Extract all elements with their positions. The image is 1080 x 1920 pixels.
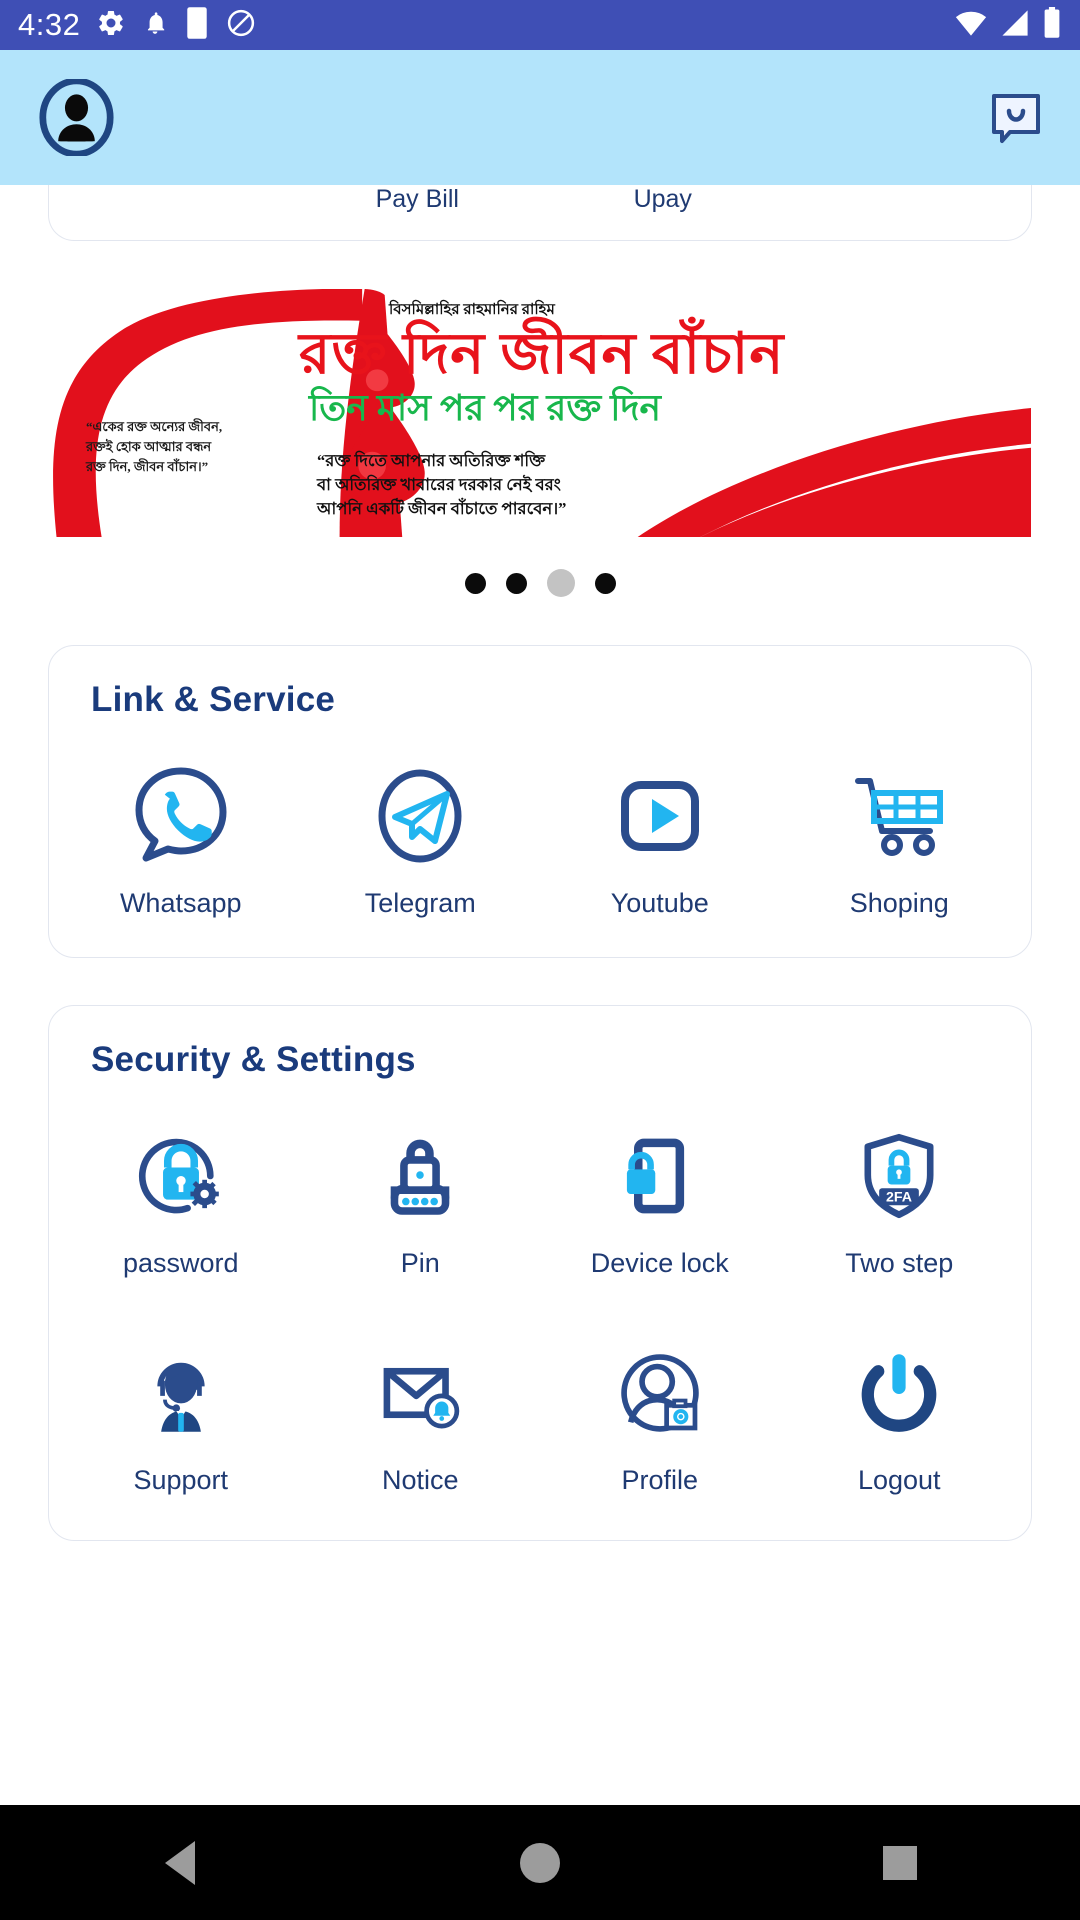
shopping-cart-icon <box>844 756 954 876</box>
link-service-card: Link & Service Whatsapp Telegram Youtube… <box>48 645 1032 958</box>
status-time: 4:32 <box>18 7 81 42</box>
security-item-label: password <box>122 1248 239 1278</box>
security-item-device-lock[interactable]: Device lock <box>540 1116 780 1277</box>
quick-action-0[interactable] <box>49 185 295 212</box>
do-not-disturb-icon <box>226 8 256 43</box>
security-item-two-step[interactable]: 2FA Two step <box>780 1116 1020 1277</box>
triangle-back-icon <box>165 1840 195 1885</box>
wifi-icon <box>954 9 988 42</box>
youtube-icon <box>605 756 715 876</box>
circle-home-icon <box>520 1842 560 1883</box>
banner-quote-right: “রক্ত দিতে আপনার অতিরিক্ত শক্তি বা অতিরি… <box>317 451 567 518</box>
status-bar-right <box>954 0 1062 50</box>
user-avatar[interactable] <box>38 77 115 158</box>
security-item-label: Device lock <box>590 1248 729 1278</box>
banner-quote-left: “একের রক্ত অন্যের জীবন, রক্তই হোক আত্মার… <box>86 419 223 475</box>
blood-donation-banner[interactable]: বিসমিল্লাহির রাহমানির রাহিম রক্ত দিন জীব… <box>48 288 1032 538</box>
link-item-label: Shoping <box>849 888 949 918</box>
support-headset-icon <box>129 1333 233 1453</box>
quick-action-label <box>49 185 295 187</box>
security-item-label: Pin <box>400 1248 440 1278</box>
carousel-dots[interactable] <box>48 568 1032 598</box>
two-factor-shield-icon: 2FA <box>847 1116 951 1236</box>
password-gear-lock-icon <box>129 1116 233 1236</box>
carousel-dot-2-active[interactable] <box>546 569 575 597</box>
recents-button[interactable] <box>840 1805 960 1920</box>
security-item-notice[interactable]: Notice <box>301 1333 541 1494</box>
link-item-label: Whatsapp <box>119 888 242 918</box>
security-settings-title: Security & Settings <box>91 1040 416 1079</box>
quick-action-pay-bill[interactable]: Pay Bill <box>295 185 541 212</box>
app-header <box>0 50 1080 185</box>
quick-actions-card-partial: Pay Bill Upay <box>48 185 1032 241</box>
android-nav-bar <box>0 1805 1080 1920</box>
carousel-dot-0[interactable] <box>464 572 486 594</box>
profile-camera-icon <box>608 1333 712 1453</box>
link-item-label: Youtube <box>610 888 709 918</box>
link-item-label: Telegram <box>364 888 476 918</box>
security-item-profile[interactable]: Profile <box>540 1333 780 1494</box>
signal-icon <box>999 9 1031 42</box>
security-grid-row-1: password Pin Device lock 2FA Two step <box>49 1080 1031 1311</box>
quick-action-label: Upay <box>633 185 692 213</box>
two-factor-badge-text: 2FA <box>886 1190 912 1206</box>
carousel-dot-1[interactable] <box>505 572 527 594</box>
telegram-icon <box>365 756 475 876</box>
status-bar-left: 4:32 <box>18 6 256 45</box>
security-item-label: Profile <box>621 1465 699 1495</box>
security-item-label: Logout <box>857 1465 941 1495</box>
power-off-icon <box>847 1333 951 1453</box>
quick-action-label: Pay Bill <box>375 185 459 213</box>
security-item-logout[interactable]: Logout <box>780 1333 1020 1494</box>
link-item-shoping[interactable]: Shoping <box>780 756 1020 917</box>
banner-subtitle: তিন মাস পর পর রক্ত দিন <box>309 388 661 428</box>
security-grid-row-2: Support Notice Profile Logout <box>49 1311 1031 1540</box>
quick-action-label <box>786 185 1032 187</box>
security-item-label: Two step <box>845 1248 954 1278</box>
security-item-label: Notice <box>381 1465 459 1495</box>
device-lock-icon <box>608 1116 712 1236</box>
quick-actions-row: Pay Bill Upay <box>49 185 1031 212</box>
link-item-whatsapp[interactable]: Whatsapp <box>61 756 301 917</box>
link-service-title: Link & Service <box>91 680 336 719</box>
security-item-label: Support <box>133 1465 229 1495</box>
battery-square-icon <box>184 6 210 45</box>
carousel-dot-3[interactable] <box>594 572 616 594</box>
status-bar: 4:32 <box>0 0 1080 50</box>
link-item-youtube[interactable]: Youtube <box>540 756 780 917</box>
bell-icon <box>142 8 168 43</box>
home-button[interactable] <box>480 1805 600 1920</box>
quick-action-upay[interactable]: Upay <box>540 185 786 212</box>
chat-bubble-icon[interactable] <box>990 92 1042 144</box>
security-settings-card: Security & Settings password Pin Device … <box>48 1005 1032 1541</box>
link-item-telegram[interactable]: Telegram <box>301 756 541 917</box>
security-item-support[interactable]: Support <box>61 1333 301 1494</box>
quick-action-3[interactable] <box>786 185 1032 212</box>
gear-icon <box>96 8 126 43</box>
security-item-password[interactable]: password <box>61 1116 301 1277</box>
security-item-pin[interactable]: Pin <box>301 1116 541 1277</box>
back-button[interactable] <box>120 1805 240 1920</box>
bottom-spacer <box>0 1541 1080 1601</box>
promo-carousel[interactable]: বিসমিল্লাহির রাহমানির রাহিম রক্ত দিন জীব… <box>48 288 1032 598</box>
link-service-grid: Whatsapp Telegram Youtube Shoping <box>49 720 1031 957</box>
battery-icon <box>1042 6 1062 44</box>
square-recents-icon <box>883 1845 917 1880</box>
pin-padlock-icon <box>368 1116 472 1236</box>
envelope-bell-icon <box>368 1333 472 1453</box>
whatsapp-icon <box>126 756 236 876</box>
